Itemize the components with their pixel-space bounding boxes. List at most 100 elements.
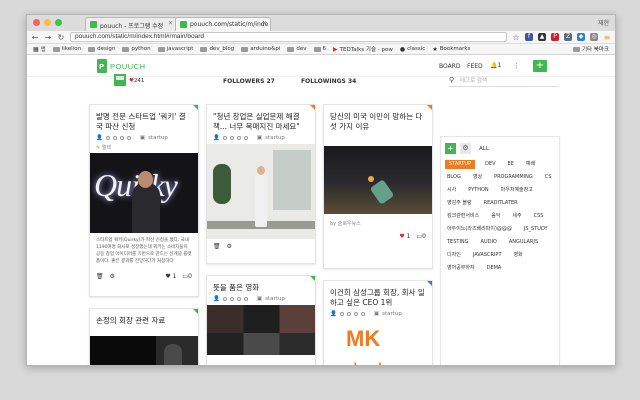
- tag-chip[interactable]: 디자인: [445, 251, 463, 260]
- tag-chip[interactable]: JAVASCRIPT: [471, 251, 504, 260]
- tag-chip[interactable]: BLOG: [445, 173, 463, 182]
- tag-chip[interactable]: 킹크관련서비스: [445, 212, 481, 221]
- notifications[interactable]: 🔔1: [490, 62, 501, 69]
- zoom-window-icon[interactable]: [55, 19, 62, 26]
- bookmark-folder[interactable]: design: [88, 46, 115, 52]
- extension-icon[interactable]: ▲: [538, 33, 546, 41]
- nav-feed[interactable]: FEED: [467, 63, 483, 70]
- bookmark-folder[interactable]: 6: [313, 46, 326, 52]
- bookmark-ted[interactable]: ▶ TEDTalks 기술 - pow: [333, 45, 393, 54]
- tag-chip[interactable]: 마우저예술창고: [499, 186, 535, 195]
- minimize-window-icon[interactable]: [44, 19, 51, 26]
- post-thumbnail[interactable]: MK ㅅ ㅅ: [324, 320, 432, 365]
- tag-all[interactable]: ALL: [479, 146, 489, 152]
- forward-icon[interactable]: →: [44, 33, 52, 42]
- user-avatar[interactable]: [113, 73, 127, 87]
- tag-chip[interactable]: PROGRAMMING: [492, 173, 535, 182]
- tag-chip[interactable]: 영상: [471, 173, 484, 182]
- tag-chip[interactable]: 세주: [510, 212, 523, 221]
- bookmark-folder[interactable]: dev_blog: [200, 46, 234, 52]
- post-category[interactable]: startup: [382, 311, 402, 317]
- tag-chip[interactable]: 음악: [489, 212, 502, 221]
- delete-icon[interactable]: 🗑: [96, 273, 104, 280]
- bookmark-folder[interactable]: arduino&pi: [241, 46, 280, 52]
- post-title[interactable]: 당신의 미국 이민이 망하는 다섯 가지 이유: [324, 105, 432, 132]
- tag-chip[interactable]: DEMA: [485, 264, 504, 273]
- address-bar[interactable]: pouuch.com/static/m/index.html#/main/boa…: [70, 32, 507, 42]
- settings-icon[interactable]: ⚙: [110, 273, 115, 280]
- nav-board[interactable]: BOARD: [439, 63, 461, 70]
- comment-count[interactable]: ▭0: [183, 273, 193, 280]
- bookmark-folder[interactable]: likelion: [52, 46, 81, 52]
- followers-count[interactable]: FOLLOWERS 27: [223, 78, 275, 85]
- menu-icon[interactable]: ≡: [603, 33, 611, 42]
- tag-chip[interactable]: 예배: [524, 160, 537, 169]
- post-category[interactable]: startup: [148, 135, 168, 141]
- post-card[interactable]: 이건희 삼성그룹 회장, 회사 일 하고 싶은 CEO 1위 👤 ▣ start…: [323, 280, 433, 365]
- tag-chip[interactable]: JS_STUDY: [522, 225, 550, 234]
- bookmark-other[interactable]: 기타 북마크: [572, 45, 609, 53]
- extension-icon[interactable]: f: [525, 33, 533, 41]
- pinterest-icon[interactable]: P: [551, 33, 559, 41]
- tag-settings-button[interactable]: ⚙: [460, 143, 471, 154]
- tag-chip[interactable]: AUDIO: [479, 238, 499, 247]
- post-thumbnail[interactable]: [324, 146, 432, 214]
- tag-chip[interactable]: READITLATER: [482, 199, 520, 208]
- extension-icon[interactable]: ◆: [577, 33, 585, 41]
- tag-chip[interactable]: ANGULARJS: [507, 238, 540, 247]
- delete-icon[interactable]: 🗑: [213, 243, 221, 250]
- comment-count[interactable]: ▭0: [417, 233, 427, 240]
- post-thumbnail[interactable]: [207, 144, 315, 239]
- post-title[interactable]: 발명 전문 스타트업 '쿼키' 결국 파산 신청: [90, 105, 198, 132]
- close-tab-icon[interactable]: ✕: [262, 20, 267, 27]
- close-tab-icon[interactable]: ✕: [168, 20, 173, 27]
- post-thumbnail[interactable]: [207, 305, 315, 355]
- back-icon[interactable]: ←: [31, 33, 39, 42]
- followings-count[interactable]: FOLLOWINGS 34: [301, 78, 356, 85]
- tag-chip[interactable]: DEV: [483, 160, 497, 169]
- post-card[interactable]: 발명 전문 스타트업 '쿼키' 결국 파산 신청 👤 ▣ startup ✎ 엘…: [89, 104, 199, 297]
- brand-logo[interactable]: POUUCH: [97, 59, 146, 73]
- post-title[interactable]: 손정의 회장 관련 자료: [90, 309, 198, 326]
- post-title[interactable]: 뜻을 품은 영화: [207, 276, 315, 293]
- close-window-icon[interactable]: [33, 19, 40, 26]
- browser-tab[interactable]: pouuch - 프로그램 수정 ✕: [85, 17, 177, 31]
- tag-chip[interactable]: STARTUP: [445, 160, 476, 169]
- tag-chip[interactable]: CSS: [532, 212, 546, 221]
- post-category[interactable]: startup: [265, 135, 285, 141]
- zotero-icon[interactable]: Z: [564, 33, 572, 41]
- tag-chip[interactable]: 아두이노(라즈베리파이)@@@: [445, 225, 514, 234]
- tag-chip[interactable]: CS: [543, 173, 554, 182]
- tag-chip[interactable]: 시사: [445, 186, 458, 195]
- browser-tab-active[interactable]: pouuch.com/static/m/inde ✕: [175, 17, 271, 31]
- like-count[interactable]: ♥ 1: [399, 233, 410, 240]
- tag-chip[interactable]: 영어공부하자: [445, 264, 477, 273]
- bookmark-folder[interactable]: javascript: [157, 46, 193, 52]
- tag-chip[interactable]: 영감주 블랑: [445, 199, 474, 208]
- bookmark-classic[interactable]: ● classic: [400, 46, 425, 53]
- add-post-button[interactable]: +: [533, 60, 547, 72]
- like-count[interactable]: ♥ 1: [165, 273, 176, 280]
- post-title[interactable]: "청년 창업은 실업문제 해결책... 너무 목매지진 마세요": [207, 105, 315, 132]
- post-card[interactable]: 당신의 미국 이민이 망하는 다섯 가지 이유 by 슬로우뉴스 ♥ 1 ▭0: [323, 104, 433, 269]
- post-thumbnail[interactable]: [90, 336, 198, 365]
- tag-chip[interactable]: PYTHON: [466, 186, 490, 195]
- tag-chip[interactable]: 영화: [512, 251, 525, 260]
- bookmark-folder[interactable]: python: [122, 46, 151, 52]
- tag-chip[interactable]: TESTING: [445, 238, 471, 247]
- settings-icon[interactable]: ⚙: [227, 243, 232, 250]
- tag-chip[interactable]: EE: [506, 160, 516, 169]
- post-thumbnail[interactable]: Quirky: [90, 153, 198, 233]
- add-tag-button[interactable]: +: [445, 143, 456, 154]
- post-card[interactable]: "청년 창업은 실업문제 해결책... 너무 목매지진 마세요" 👤 ▣ sta…: [206, 104, 316, 264]
- bookmark-apps[interactable]: ▦ 앱: [33, 45, 46, 54]
- post-category[interactable]: startup: [265, 296, 285, 302]
- extension-icon[interactable]: ◎: [590, 33, 598, 41]
- reload-icon[interactable]: ↻: [57, 33, 65, 42]
- profile-name[interactable]: 재현: [598, 18, 609, 27]
- more-menu-icon[interactable]: ⋮: [513, 62, 520, 70]
- post-title[interactable]: 이건희 삼성그룹 회장, 회사 일 하고 싶은 CEO 1위: [324, 281, 432, 308]
- tag-search-input[interactable]: ⚲ 태그로 검색: [449, 76, 559, 87]
- post-card[interactable]: 뜻을 품은 영화 👤 ▣ startup: [206, 275, 316, 365]
- post-card[interactable]: 손정의 회장 관련 자료: [89, 308, 199, 365]
